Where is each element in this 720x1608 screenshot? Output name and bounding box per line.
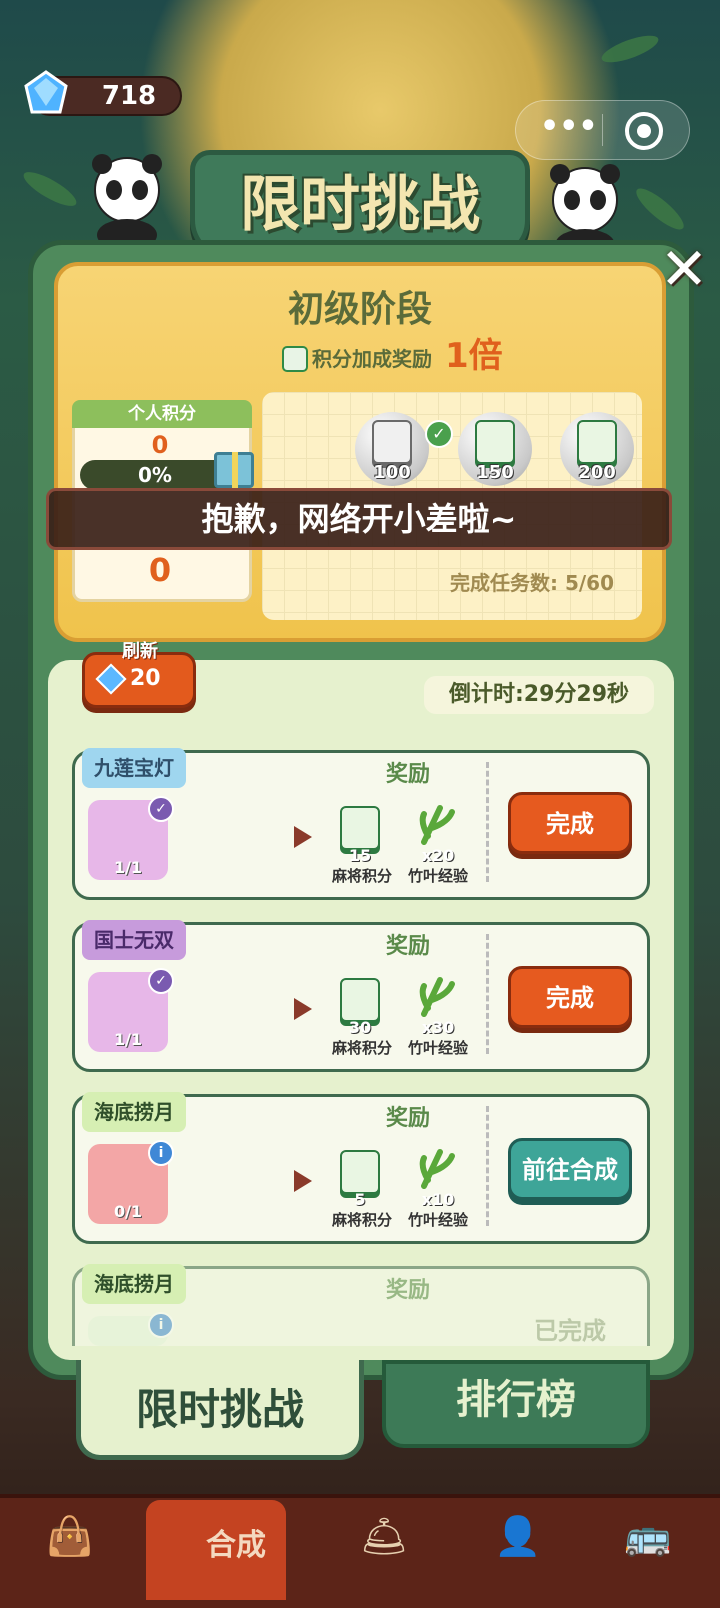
mahjong-tile-icon: [282, 346, 308, 372]
reward-points: 15: [348, 846, 372, 865]
reward-leaves-label: 竹叶经验: [407, 1039, 468, 1057]
task-tag: 海底捞月: [82, 1092, 186, 1132]
bonus-multiplier: 1倍: [445, 336, 503, 376]
gem-count: 718: [101, 81, 157, 111]
mahjong-tile-icon: [475, 420, 515, 464]
panda-mascot-icon: [92, 154, 162, 250]
divider: [486, 934, 489, 1054]
task-progress: 1/1: [113, 1030, 143, 1049]
milestone-value: 150: [476, 462, 514, 483]
score-percent: 0%: [138, 463, 172, 487]
bamboo-leaf-icon: [419, 977, 455, 1017]
more-options-icon[interactable]: •••: [540, 112, 598, 148]
mahjong-tile-icon: [372, 420, 412, 464]
service-bell-icon: 🛎: [360, 1514, 409, 1558]
score-secondary-value: 0: [148, 551, 172, 589]
task-progress: 1/1: [113, 858, 143, 877]
exit-icon[interactable]: [625, 112, 663, 150]
nav-merge-label: 合成: [206, 1528, 266, 1563]
bamboo-leaf-icon: [419, 805, 455, 845]
complete-button[interactable]: 完成: [508, 792, 632, 854]
tab-challenge-label: 限时挑战: [135, 1385, 304, 1434]
mahjong-tile-icon: [340, 978, 380, 1022]
reward-points: 30: [348, 1018, 372, 1037]
reward-leaves-label: 竹叶经验: [407, 1211, 468, 1229]
refresh-cost: 20: [130, 666, 161, 691]
checkmark-icon: ✓: [148, 796, 174, 822]
reward-points-label: 麻将积分: [331, 1039, 392, 1057]
reward-leaves: x30: [421, 1018, 455, 1037]
reward-leaves: x10: [421, 1190, 455, 1209]
profile-icon: 👤: [494, 1514, 542, 1558]
info-icon[interactable]: i: [148, 1140, 174, 1166]
tab-leaderboard-label: 排行榜: [456, 1377, 576, 1423]
capsule-divider: [602, 114, 603, 146]
divider: [486, 1106, 489, 1226]
completed-status: 已完成: [534, 1317, 606, 1345]
reward-header: 奖励: [385, 1106, 430, 1131]
bamboo-leaf-icon: [419, 1149, 455, 1189]
countdown-timer: 倒计时:29分29秒: [424, 676, 654, 714]
milestone-value: 200: [578, 462, 616, 483]
bus-icon: 🚌: [624, 1514, 672, 1558]
reward-header: 奖励: [385, 762, 430, 787]
checkmark-icon: ✓: [148, 968, 174, 994]
reward-header: 奖励: [385, 1278, 430, 1303]
reward-points-label: 麻将积分: [331, 1211, 392, 1229]
diamond-icon: [24, 70, 68, 114]
refresh-label: 刷新: [122, 641, 158, 662]
bonus-label: 积分加成奖励: [312, 347, 432, 371]
page-title: 限时挑战: [240, 170, 480, 240]
mahjong-tile-icon: [340, 806, 380, 850]
reward-points: 5: [354, 1190, 366, 1209]
gift-box-icon[interactable]: [214, 452, 254, 488]
mahjong-tile-icon: [340, 1150, 380, 1194]
reward-header: 奖励: [385, 934, 430, 959]
go-merge-button[interactable]: 前往合成: [508, 1138, 632, 1200]
info-icon: i: [148, 1312, 174, 1338]
stage-title: 初级阶段: [287, 289, 432, 330]
bag-icon: 👜: [46, 1514, 94, 1558]
tasks-completed: 完成任务数: 5/60: [450, 571, 615, 595]
score-header: 个人积分: [72, 400, 252, 428]
milestone-value: 100: [373, 462, 411, 483]
mahjong-tile-icon: [577, 420, 617, 464]
toast-message: 抱歉，网络开小差啦~: [201, 500, 517, 538]
score-value: 0: [151, 431, 169, 459]
reward-points-label: 麻将积分: [331, 867, 392, 885]
divider: [486, 762, 489, 882]
reward-leaves: x20: [421, 846, 455, 865]
task-tag: 海底捞月: [82, 1264, 186, 1304]
reward-leaves-label: 竹叶经验: [407, 867, 468, 885]
task-progress: 0/1: [113, 1202, 143, 1221]
complete-button[interactable]: 完成: [508, 966, 632, 1028]
checkmark-icon: ✓: [425, 420, 453, 448]
task-tag: 九莲宝灯: [82, 748, 186, 788]
task-tag: 国士无双: [82, 920, 186, 960]
